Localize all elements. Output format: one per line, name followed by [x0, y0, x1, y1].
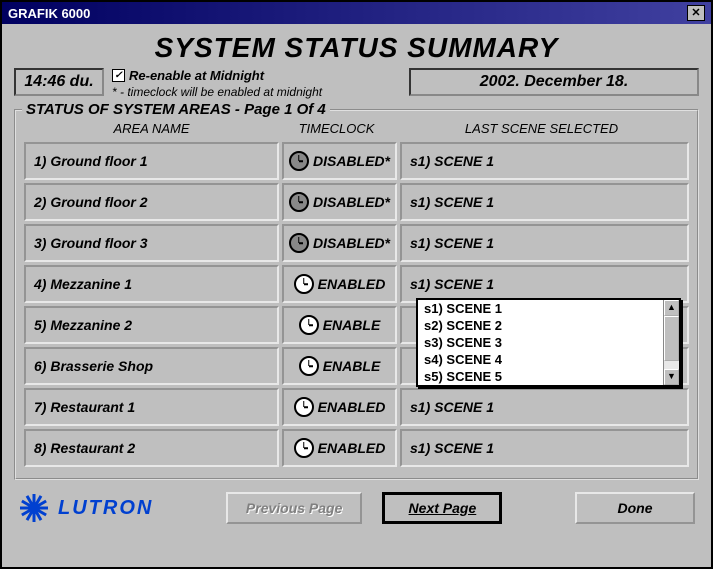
clock-icon — [289, 192, 309, 212]
clock-icon — [294, 397, 314, 417]
timeclock-status: DISABLED* — [313, 235, 390, 251]
clock-icon — [299, 315, 319, 335]
timeclock-cell[interactable]: ENABLE — [282, 347, 397, 385]
timeclock-cell[interactable]: ENABLED — [282, 429, 397, 467]
timeclock-status: ENABLED — [318, 276, 386, 292]
fieldset-legend: STATUS OF SYSTEM AREAS - Page 1 Of 4 — [22, 101, 330, 118]
date-display: 2002. December 18. — [409, 68, 699, 96]
window-title: GRAFIK 6000 — [8, 6, 90, 21]
dropdown-option[interactable]: s3) SCENE 3 — [418, 334, 679, 351]
clock-icon — [289, 233, 309, 253]
area-name-cell: 5) Mezzanine 2 — [24, 306, 279, 344]
clock-icon — [294, 438, 314, 458]
scene-dropdown[interactable]: s1) SCENE 1s2) SCENE 2s3) SCENE 3s4) SCE… — [416, 298, 681, 387]
col-header-scene: LAST SCENE SELECTED — [394, 121, 689, 136]
done-button[interactable]: Done — [575, 492, 695, 524]
close-button[interactable]: ✕ — [687, 5, 705, 21]
dropdown-option[interactable]: s5) SCENE 5 — [418, 368, 679, 385]
timeclock-cell[interactable]: DISABLED* — [282, 224, 397, 262]
dropdown-option[interactable]: s1) SCENE 1 — [418, 300, 679, 317]
scene-cell[interactable]: s1) SCENE 1 — [400, 429, 689, 467]
reenable-note: * - timeclock will be enabled at midnigh… — [112, 85, 401, 99]
status-fieldset: STATUS OF SYSTEM AREAS - Page 1 Of 4 ARE… — [14, 109, 699, 480]
timeclock-cell[interactable]: DISABLED* — [282, 142, 397, 180]
clock-icon — [294, 274, 314, 294]
next-page-button[interactable]: Next Page — [382, 492, 502, 524]
clock-icon — [299, 356, 319, 376]
table-row: 7) Restaurant 1 ENABLED s1) SCENE 1 — [24, 388, 689, 426]
dropdown-scrollbar[interactable]: ▲ ▼ — [663, 300, 679, 385]
timeclock-status: ENABLED — [318, 440, 386, 456]
table-row: 8) Restaurant 2 ENABLED s1) SCENE 1 — [24, 429, 689, 467]
reenable-label: Re-enable at Midnight — [129, 68, 264, 83]
scroll-up-icon[interactable]: ▲ — [664, 300, 679, 316]
scroll-thumb[interactable] — [664, 316, 679, 361]
timeclock-cell[interactable]: ENABLE — [282, 306, 397, 344]
reenable-checkbox[interactable]: ✓ — [112, 69, 125, 82]
timeclock-status: DISABLED* — [313, 194, 390, 210]
dropdown-option[interactable]: s4) SCENE 4 — [418, 351, 679, 368]
col-header-area: AREA NAME — [24, 121, 279, 136]
area-name-cell: 1) Ground floor 1 — [24, 142, 279, 180]
timeclock-cell[interactable]: DISABLED* — [282, 183, 397, 221]
timeclock-cell[interactable]: ENABLED — [282, 265, 397, 303]
scene-cell[interactable]: s1) SCENE 1 — [400, 142, 689, 180]
scene-cell[interactable]: s1) SCENE 1 — [400, 224, 689, 262]
table-row: 3) Ground floor 3 DISABLED* s1) SCENE 1 — [24, 224, 689, 262]
clock-icon — [289, 151, 309, 171]
timeclock-cell[interactable]: ENABLED — [282, 388, 397, 426]
area-name-cell: 8) Restaurant 2 — [24, 429, 279, 467]
table-row: 2) Ground floor 2 DISABLED* s1) SCENE 1 — [24, 183, 689, 221]
timeclock-status: DISABLED* — [313, 153, 390, 169]
dropdown-option[interactable]: s2) SCENE 2 — [418, 317, 679, 334]
titlebar: GRAFIK 6000 ✕ — [2, 2, 711, 24]
previous-page-button: Previous Page — [226, 492, 363, 524]
scene-cell[interactable]: s1) SCENE 1 — [400, 388, 689, 426]
area-name-cell: 3) Ground floor 3 — [24, 224, 279, 262]
area-name-cell: 6) Brasserie Shop — [24, 347, 279, 385]
sunburst-icon — [18, 492, 50, 524]
timeclock-status: ENABLE — [323, 358, 381, 374]
area-name-cell: 2) Ground floor 2 — [24, 183, 279, 221]
timeclock-status: ENABLE — [323, 317, 381, 333]
brand-logo: LUTRON — [18, 492, 153, 524]
area-name-cell: 4) Mezzanine 1 — [24, 265, 279, 303]
area-name-cell: 7) Restaurant 1 — [24, 388, 279, 426]
timeclock-status: ENABLED — [318, 399, 386, 415]
scene-cell[interactable]: s1) SCENE 1 — [400, 183, 689, 221]
brand-text: LUTRON — [58, 497, 153, 520]
table-row: 1) Ground floor 1 DISABLED* s1) SCENE 1 — [24, 142, 689, 180]
page-title: SYSTEM STATUS SUMMARY — [14, 32, 699, 64]
scroll-down-icon[interactable]: ▼ — [664, 369, 679, 385]
time-display: 14:46 du. — [14, 68, 104, 96]
col-header-timeclock: TIMECLOCK — [279, 121, 394, 136]
